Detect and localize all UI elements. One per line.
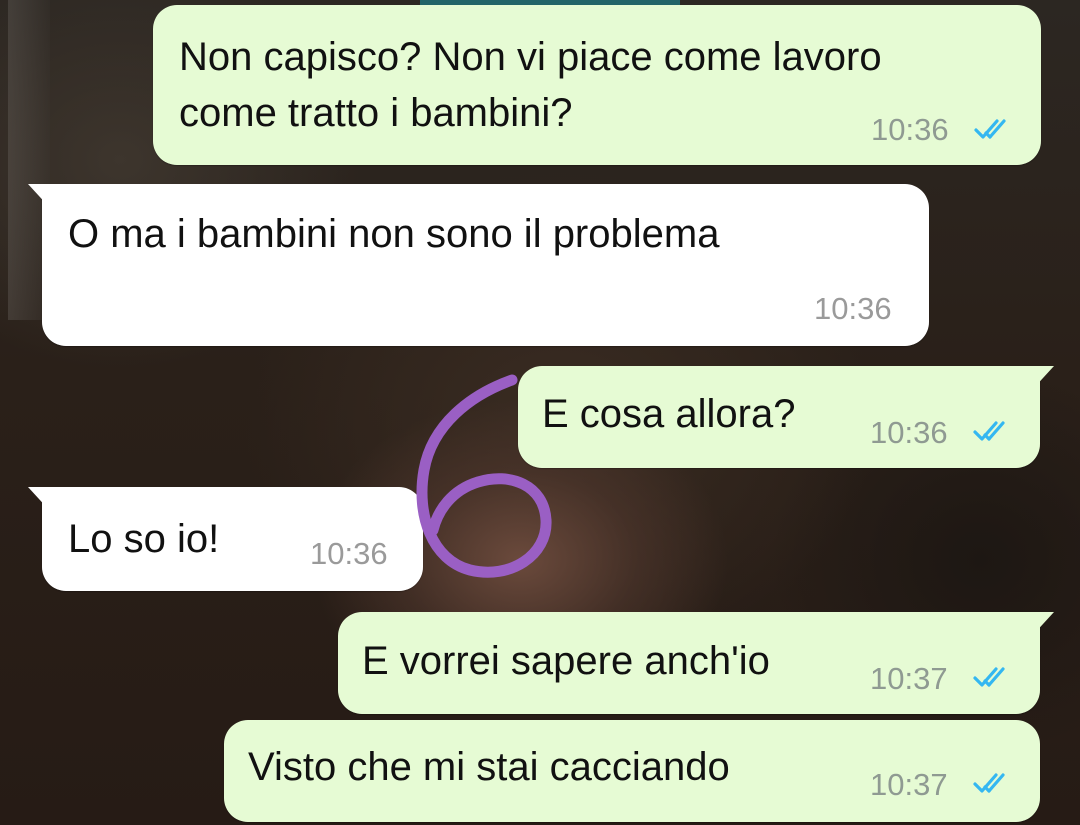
double-check-icon bbox=[973, 667, 1005, 687]
message-bubble-outgoing[interactable]: E cosa allora? 10:36 bbox=[518, 366, 1054, 468]
double-check-icon bbox=[974, 119, 1006, 139]
message-timestamp: 10:37 bbox=[870, 661, 948, 696]
message-text: Non capisco? Non vi piace come lavoro co… bbox=[179, 35, 882, 135]
message-bubble-outgoing[interactable]: Visto che mi stai cacciando 10:37 bbox=[224, 720, 1040, 822]
double-check-icon bbox=[973, 773, 1005, 793]
message-text: E vorrei sapere anch'io bbox=[362, 639, 770, 683]
message-bubble-incoming[interactable]: Lo so io! 10:36 bbox=[28, 487, 423, 591]
message-text: Lo so io! bbox=[68, 517, 220, 561]
message-timestamp: 10:36 bbox=[871, 112, 949, 147]
message-bubble-outgoing[interactable]: E vorrei sapere anch'io 10:37 bbox=[338, 612, 1054, 714]
message-timestamp: 10:36 bbox=[310, 536, 388, 571]
message-timestamp: 10:36 bbox=[814, 291, 892, 326]
message-timestamp: 10:37 bbox=[870, 767, 948, 802]
double-check-icon bbox=[973, 421, 1005, 441]
message-bubble-outgoing[interactable]: Non capisco? Non vi piace come lavoro co… bbox=[153, 5, 1041, 165]
message-text: Visto che mi stai cacciando bbox=[248, 745, 730, 789]
message-bubble-incoming[interactable]: O ma i bambini non sono il problema 10:3… bbox=[28, 184, 929, 346]
message-text: E cosa allora? bbox=[542, 392, 796, 436]
message-text: O ma i bambini non sono il problema bbox=[68, 212, 720, 256]
message-timestamp: 10:36 bbox=[870, 415, 948, 450]
